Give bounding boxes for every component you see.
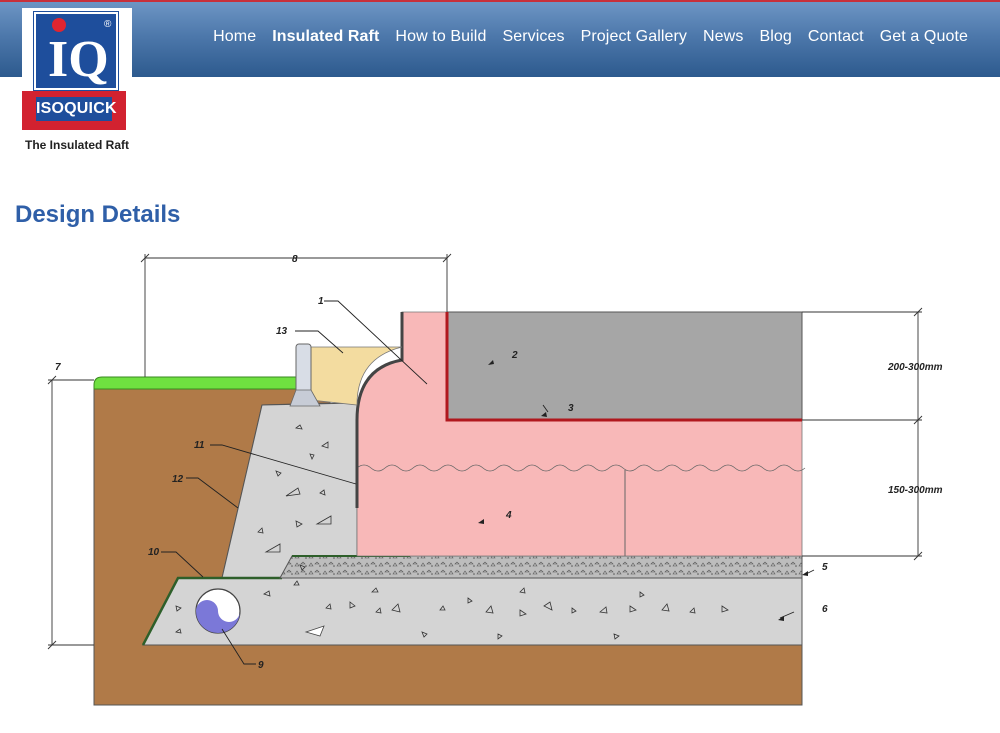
logo-name-band: ISOQUICK [22, 91, 126, 130]
nav-insulated-raft[interactable]: Insulated Raft [272, 28, 379, 46]
label-12: 12 [172, 474, 184, 485]
nav-blog[interactable]: Blog [759, 28, 791, 46]
label-6: 6 [822, 604, 828, 615]
label-3: 3 [568, 403, 574, 414]
label-5: 5 [822, 562, 828, 573]
nav-services[interactable]: Services [502, 28, 564, 46]
nav-contact[interactable]: Contact [808, 28, 864, 46]
logo-iq-icon: IQ ® [48, 18, 112, 88]
main-nav: Home Insulated Raft How to Build Service… [213, 28, 968, 46]
page: Home Insulated Raft How to Build Service… [0, 0, 1000, 733]
logo-tagline: The Insulated Raft [24, 138, 129, 152]
logo-emblem: IQ ® [33, 11, 119, 91]
nav-how-to-build[interactable]: How to Build [395, 28, 486, 46]
label-1: 1 [318, 296, 324, 307]
dimension-upper: 200-300mm [887, 362, 943, 373]
logo-letters: IQ [48, 31, 109, 88]
nav-news[interactable]: News [703, 28, 743, 46]
label-13: 13 [276, 326, 288, 337]
label-4: 4 [505, 510, 512, 521]
label-9: 9 [258, 660, 264, 671]
label-10: 10 [148, 547, 160, 558]
page-title: Design Details [15, 201, 181, 228]
label-7: 7 [55, 362, 61, 373]
label-8: 8 [292, 254, 298, 265]
foundation-detail-diagram: 1 2 3 4 5 6 7 8 9 10 11 12 13 200-300mm … [47, 253, 943, 706]
label-2: 2 [511, 350, 518, 361]
logo-name: ISOQUICK [36, 97, 117, 121]
gravel-layer [279, 555, 803, 579]
registered-mark: ® [104, 19, 112, 30]
nav-project-gallery[interactable]: Project Gallery [581, 28, 687, 46]
nav-home[interactable]: Home [213, 28, 256, 46]
dimension-lower: 150-300mm [888, 485, 943, 496]
logo[interactable]: IQ ® ISOQUICK [22, 8, 132, 131]
header-bar: Home Insulated Raft How to Build Service… [0, 0, 1000, 77]
label-11: 11 [194, 440, 205, 451]
concrete-slab [446, 311, 803, 421]
grass [93, 376, 297, 390]
drain-pipe-icon [195, 588, 241, 634]
nav-get-a-quote[interactable]: Get a Quote [880, 28, 968, 46]
